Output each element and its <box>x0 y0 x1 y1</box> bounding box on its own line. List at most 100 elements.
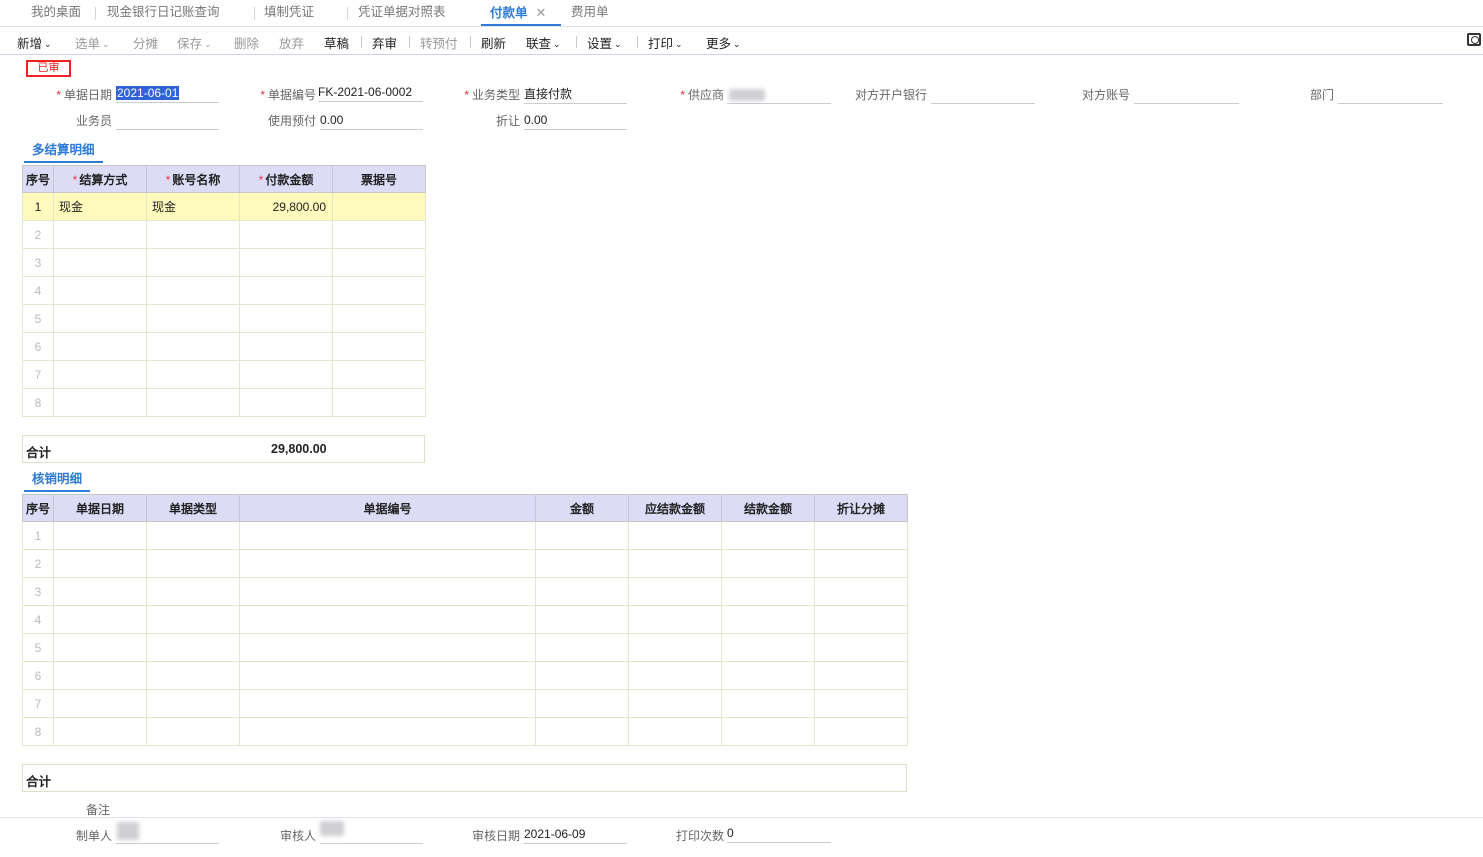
cell-due[interactable] <box>628 549 722 578</box>
cell-code[interactable] <box>239 549 536 578</box>
discount-field[interactable]: 0.00 <box>524 112 627 130</box>
table-row[interactable]: 1 现金 现金 29,800.00 <box>22 192 426 221</box>
cell-discount[interactable] <box>814 689 908 718</box>
tab-payment-bill[interactable]: 付款单 ✕ <box>481 0 561 26</box>
dept-field[interactable] <box>1338 86 1443 104</box>
cell-method[interactable] <box>53 388 147 417</box>
cell-type[interactable] <box>146 689 240 718</box>
table-row[interactable]: 8 <box>22 717 908 746</box>
cell-amount[interactable] <box>239 360 333 389</box>
cell-type[interactable] <box>146 605 240 634</box>
table-row[interactable]: 1 <box>22 521 908 550</box>
cell-date[interactable] <box>53 577 147 606</box>
cell-ticket[interactable] <box>332 388 426 417</box>
cell-paid[interactable] <box>721 661 815 690</box>
camera-icon[interactable] <box>1467 33 1481 46</box>
cell-account[interactable] <box>146 248 240 277</box>
cell-discount[interactable] <box>814 661 908 690</box>
to-prepay-button[interactable]: 转预付 <box>420 33 458 52</box>
table-row[interactable]: 2 <box>22 220 426 249</box>
cell-code[interactable] <box>239 521 536 550</box>
cell-discount[interactable] <box>814 521 908 550</box>
more-button[interactable]: 更多 ⌄ <box>706 33 741 52</box>
cell-due[interactable] <box>628 661 722 690</box>
cell-ticket[interactable] <box>332 332 426 361</box>
cell-paid[interactable] <box>721 633 815 662</box>
cell-amount[interactable] <box>239 304 333 333</box>
cell-account[interactable] <box>146 304 240 333</box>
cell-date[interactable] <box>53 549 147 578</box>
cell-ticket[interactable] <box>332 304 426 333</box>
cell-method[interactable] <box>53 332 147 361</box>
table-row[interactable]: 4 <box>22 276 426 305</box>
cell-discount[interactable] <box>814 717 908 746</box>
cell-paid[interactable] <box>721 689 815 718</box>
select-bill-button[interactable]: 选单 ⌄ <box>75 33 110 52</box>
cell-ticket[interactable] <box>332 192 426 221</box>
cell-paid[interactable] <box>721 717 815 746</box>
cell-account[interactable] <box>146 332 240 361</box>
cell-amount[interactable] <box>535 605 629 634</box>
cell-method[interactable]: 现金 <box>53 192 147 221</box>
cell-account[interactable] <box>146 360 240 389</box>
cell-date[interactable] <box>53 661 147 690</box>
split-button[interactable]: 分摊 <box>133 33 158 52</box>
date-field[interactable]: 2021-06-01 <box>116 85 219 103</box>
print-button[interactable]: 打印 ⌄ <box>648 33 683 52</box>
cell-due[interactable] <box>628 521 722 550</box>
cell-amount[interactable] <box>535 717 629 746</box>
tab-cash-bank-journal[interactable]: 现金银行日记账查询 <box>107 0 220 26</box>
remark-field[interactable] <box>0 817 1483 818</box>
cell-date[interactable] <box>53 521 147 550</box>
draft-button[interactable]: 草稿 <box>324 33 349 52</box>
cell-code[interactable] <box>239 689 536 718</box>
refresh-button[interactable]: 刷新 <box>481 33 506 52</box>
cell-ticket[interactable] <box>332 360 426 389</box>
cell-discount[interactable] <box>814 633 908 662</box>
cell-type[interactable] <box>146 633 240 662</box>
cell-amount[interactable] <box>535 549 629 578</box>
cell-code[interactable] <box>239 605 536 634</box>
table-row[interactable]: 5 <box>22 304 426 333</box>
cell-paid[interactable] <box>721 521 815 550</box>
tab-my-desktop[interactable]: 我的桌面 <box>31 0 81 26</box>
table-row[interactable]: 3 <box>22 577 908 606</box>
cell-amount[interactable] <box>535 661 629 690</box>
cell-amount[interactable] <box>239 388 333 417</box>
prepay-field[interactable]: 0.00 <box>320 112 423 130</box>
cell-amount[interactable] <box>535 577 629 606</box>
close-icon[interactable]: ✕ <box>536 0 547 25</box>
cell-method[interactable] <box>53 276 147 305</box>
code-field[interactable]: FK-2021-06-0002 <box>318 84 423 102</box>
table-row[interactable]: 6 <box>22 661 908 690</box>
table-row[interactable]: 7 <box>22 689 908 718</box>
clerk-field[interactable] <box>116 112 219 130</box>
cell-account[interactable] <box>146 276 240 305</box>
cell-type[interactable] <box>146 521 240 550</box>
cell-method[interactable] <box>53 360 147 389</box>
cell-amount[interactable] <box>535 521 629 550</box>
cell-date[interactable] <box>53 717 147 746</box>
save-button[interactable]: 保存 ⌄ <box>177 33 212 52</box>
settings-button[interactable]: 设置 ⌄ <box>587 33 622 52</box>
cell-type[interactable] <box>146 661 240 690</box>
table-row[interactable]: 4 <box>22 605 908 634</box>
cell-account[interactable]: 现金 <box>146 192 240 221</box>
cell-due[interactable] <box>628 717 722 746</box>
cell-ticket[interactable] <box>332 276 426 305</box>
link-query-button[interactable]: 联查 ⌄ <box>526 33 561 52</box>
cell-ticket[interactable] <box>332 220 426 249</box>
cell-method[interactable] <box>53 304 147 333</box>
cell-amount[interactable] <box>535 633 629 662</box>
cell-date[interactable] <box>53 633 147 662</box>
cell-code[interactable] <box>239 633 536 662</box>
discard-button[interactable]: 放弃 <box>279 33 304 52</box>
unaudit-button[interactable]: 弃审 <box>372 33 397 52</box>
cell-type[interactable] <box>146 549 240 578</box>
cell-due[interactable] <box>628 689 722 718</box>
cell-code[interactable] <box>239 577 536 606</box>
cell-discount[interactable] <box>814 549 908 578</box>
table-row[interactable]: 7 <box>22 360 426 389</box>
delete-button[interactable]: 删除 <box>234 33 259 52</box>
table-row[interactable]: 8 <box>22 388 426 417</box>
